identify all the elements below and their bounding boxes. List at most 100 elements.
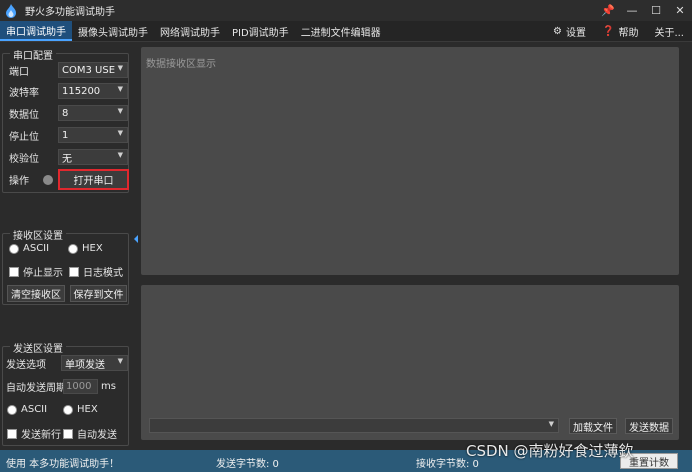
minimize-button[interactable]: — [620,0,644,21]
chevron-down-icon: ▼ [117,64,123,72]
auto-period-row: 自动发送周期 [6,378,66,395]
send-option-row: 发送选项 [6,355,46,372]
load-file-button[interactable]: 加载文件 [569,418,617,434]
status-welcome: 使用 本多功能调试助手！ [6,459,120,470]
csdn-watermark: CSDN @南粉好食过薄欽 [466,442,634,460]
parity-value: 无 [62,153,72,165]
tab-bar: 串口调试助手 摄像头调试助手 网络调试助手 PID调试助手 二进制文件编辑器 ⚙… [0,21,692,42]
left-panel: 串口配置 端口 COM3 USE ▼ 波特率 115200 ▼ 数据位 8 ▼ … [0,43,136,448]
help-icon: ❓ [602,25,615,37]
close-button[interactable]: ✕ [668,0,692,21]
parity-select[interactable]: 无 ▼ [58,149,128,165]
serial-config-group: 串口配置 端口 COM3 USE ▼ 波特率 115200 ▼ 数据位 8 ▼ … [2,47,129,193]
port-label: 端口 [9,67,29,78]
operation-row: 操作 [9,171,29,188]
open-port-button[interactable]: 打开串口 [58,169,129,190]
tab-serial-assistant[interactable]: 串口调试助手 [0,21,72,41]
checkbox-icon [9,266,19,277]
send-settings-title: 发送区设置 [10,340,66,355]
baud-value: 115200 [62,85,101,97]
baud-row: 波特率 [9,83,39,100]
stopbits-label: 停止位 [9,132,39,143]
stopbits-row: 停止位 [9,127,39,144]
led-dot-icon [43,175,53,185]
stop-display-label: 停止显示 [23,268,63,279]
pin-icon[interactable]: 📌 [596,0,620,21]
chevron-down-icon: ▼ [117,357,123,365]
unit-row: ms [101,378,116,395]
send-data-button[interactable]: 发送数据 [625,418,673,434]
receive-placeholder: 数据接收区显示 [146,59,216,70]
send-area[interactable]: ▼ 加载文件 发送数据 [141,285,679,440]
checkbox-icon [7,428,17,439]
recv-hex-radio[interactable]: HEX [68,240,103,257]
tab-camera-assistant[interactable]: 摄像头调试助手 [72,21,154,41]
radio-icon [63,404,73,415]
tab-buttons: ⚙ 设置 ❓ 帮助 关于... [545,21,692,41]
stopbits-select[interactable]: 1 ▼ [58,127,128,143]
recv-ascii-label: ASCII [23,243,50,254]
auto-period-input[interactable]: 1000 [63,379,98,394]
chevron-down-icon: ▼ [117,129,123,137]
send-newline-checkbox[interactable]: 发送新行 [7,425,61,442]
save-to-file-button[interactable]: 保存到文件 [70,285,127,302]
auto-send-label: 自动发送 [77,430,117,441]
send-history-select[interactable]: ▼ [149,418,559,433]
send-ascii-label: ASCII [21,404,48,415]
send-option-label: 发送选项 [6,360,46,371]
send-settings-group: 发送区设置 发送选项 单项发送 ▼ 自动发送周期 1000 ms ASCII H… [2,340,129,446]
flame-icon [5,3,19,18]
receive-area[interactable]: 数据接收区显示 [141,47,679,275]
chevron-down-icon: ▼ [548,420,554,428]
databits-row: 数据位 [9,105,39,122]
log-mode-label: 日志模式 [83,268,123,279]
title-bar: 野火多功能调试助手 📌 — ☐ ✕ [0,0,692,21]
chevron-down-icon: ▼ [117,85,123,93]
checkbox-icon [69,266,79,277]
send-ascii-radio[interactable]: ASCII [7,401,47,418]
databits-label: 数据位 [9,110,39,121]
chevron-down-icon: ▼ [117,151,123,159]
radio-icon [7,404,17,415]
port-select[interactable]: COM3 USE ▼ [58,62,128,78]
help-button[interactable]: ❓ 帮助 [594,21,646,41]
status-led [43,175,53,185]
radio-icon [9,243,19,254]
recv-settings-group: 接收区设置 ASCII HEX 停止显示 日志模式 清空接收区 保存到文件 [2,227,129,305]
panel-splitter-handle[interactable] [134,232,138,246]
operation-label: 操作 [9,176,29,187]
tab-binary-editor[interactable]: 二进制文件编辑器 [295,21,387,41]
sent-bytes-count: 发送字节数: 0 [216,459,279,470]
tab-pid-assistant[interactable]: PID调试助手 [226,21,295,41]
recv-hex-label: HEX [82,243,103,254]
about-button[interactable]: 关于... [646,21,692,41]
serial-config-title: 串口配置 [10,47,56,62]
stop-display-checkbox[interactable]: 停止显示 [9,263,63,280]
settings-button[interactable]: ⚙ 设置 [545,21,594,41]
ms-unit-label: ms [101,381,116,392]
port-row: 端口 [9,62,29,79]
settings-label: 设置 [566,27,586,39]
tab-network-assistant[interactable]: 网络调试助手 [154,21,226,41]
recv-ascii-radio[interactable]: ASCII [9,240,49,257]
window-title: 野火多功能调试助手 [25,7,115,18]
clear-recv-button[interactable]: 清空接收区 [7,285,65,302]
send-option-select[interactable]: 单项发送 ▼ [61,355,128,371]
log-mode-checkbox[interactable]: 日志模式 [69,263,123,280]
auto-send-checkbox[interactable]: 自动发送 [63,425,117,442]
parity-label: 校验位 [9,154,39,165]
databits-select[interactable]: 8 ▼ [58,105,128,121]
send-hex-radio[interactable]: HEX [63,401,98,418]
maximize-button[interactable]: ☐ [644,0,668,21]
help-label: 帮助 [618,27,639,39]
chevron-down-icon: ▼ [117,107,123,115]
port-value: COM3 USE [62,64,116,76]
baud-select[interactable]: 115200 ▼ [58,83,128,99]
send-option-value: 单项发送 [65,359,105,371]
gear-icon: ⚙ [553,25,562,37]
databits-value: 8 [62,107,69,119]
baud-label: 波特率 [9,88,39,99]
radio-icon [68,243,78,254]
auto-period-label: 自动发送周期 [6,383,66,394]
send-hex-label: HEX [77,404,98,415]
